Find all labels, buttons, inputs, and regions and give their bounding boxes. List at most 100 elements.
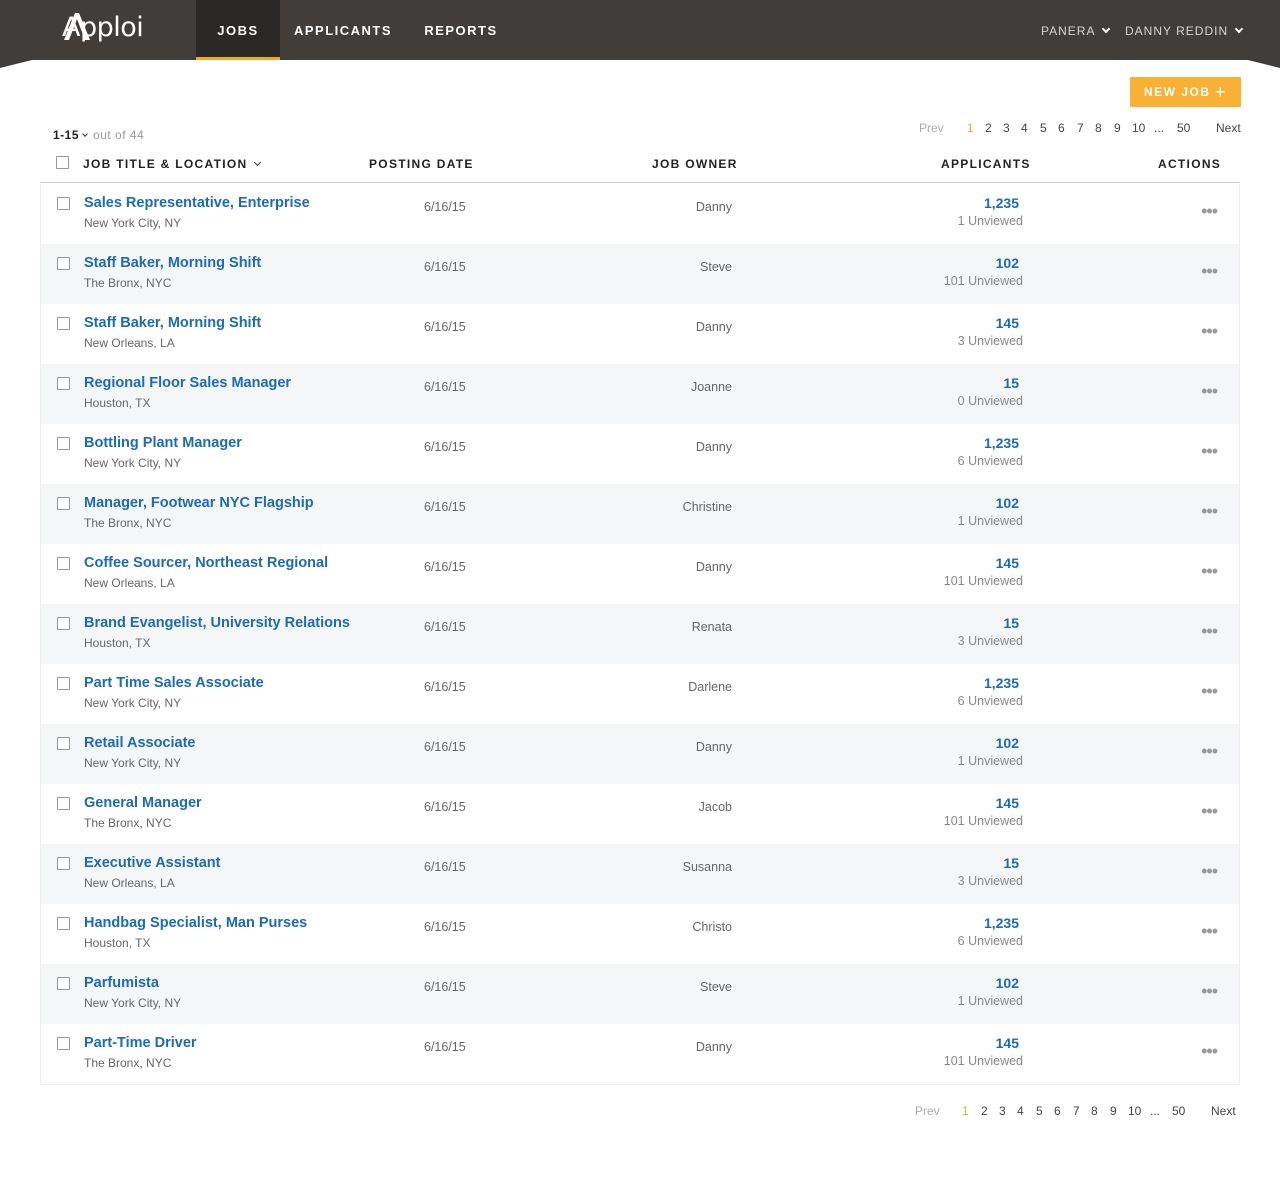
- applicant-count-link[interactable]: 145: [996, 1035, 1019, 1051]
- company-dropdown[interactable]: PANERA: [1041, 24, 1111, 38]
- job-title-link[interactable]: Staff Baker, Morning Shift: [84, 255, 261, 271]
- page-link[interactable]: 10: [1132, 121, 1145, 135]
- job-title-link[interactable]: Brand Evangelist, University Relations: [84, 615, 350, 631]
- new-job-button[interactable]: NEW JOB +: [1130, 77, 1241, 107]
- pagination-next[interactable]: Next: [1211, 1104, 1236, 1118]
- job-title-link[interactable]: Executive Assistant: [84, 855, 220, 871]
- posting-date: 6/16/15: [424, 620, 466, 634]
- more-actions-icon[interactable]: •••: [1201, 682, 1218, 700]
- row-checkbox[interactable]: [57, 497, 70, 510]
- page-link[interactable]: 6: [1054, 1104, 1061, 1118]
- page-link[interactable]: 1: [967, 121, 974, 135]
- page-link[interactable]: 6: [1058, 121, 1065, 135]
- page-link[interactable]: 3: [999, 1104, 1006, 1118]
- nav-tab-reports[interactable]: REPORTS: [417, 0, 505, 60]
- page-link[interactable]: 5: [1036, 1104, 1043, 1118]
- nav-tab-jobs[interactable]: JOBS: [196, 0, 280, 60]
- user-menu-dropdown[interactable]: DANNY REDDIN: [1125, 24, 1244, 38]
- row-checkbox[interactable]: [57, 1037, 70, 1050]
- row-checkbox[interactable]: [57, 557, 70, 570]
- applicant-count-link[interactable]: 102: [996, 735, 1019, 751]
- page-link[interactable]: 4: [1021, 121, 1028, 135]
- pagination-next[interactable]: Next: [1216, 121, 1241, 135]
- page-link[interactable]: 50: [1177, 121, 1190, 135]
- row-checkbox[interactable]: [57, 197, 70, 210]
- select-all-checkbox[interactable]: [56, 156, 69, 169]
- more-actions-icon[interactable]: •••: [1201, 202, 1218, 220]
- job-title-link[interactable]: Bottling Plant Manager: [84, 435, 242, 451]
- more-actions-icon[interactable]: •••: [1201, 322, 1218, 340]
- more-actions-icon[interactable]: •••: [1201, 442, 1218, 460]
- more-actions-icon[interactable]: •••: [1201, 502, 1218, 520]
- pagination-prev[interactable]: Prev: [919, 121, 944, 135]
- applicant-count-link[interactable]: 145: [996, 555, 1019, 571]
- more-actions-icon[interactable]: •••: [1201, 382, 1218, 400]
- more-actions-icon[interactable]: •••: [1201, 622, 1218, 640]
- page-link[interactable]: 7: [1077, 121, 1084, 135]
- more-actions-icon[interactable]: •••: [1201, 862, 1218, 880]
- job-title-link[interactable]: Handbag Specialist, Man Purses: [84, 915, 307, 931]
- applicant-count-link[interactable]: 145: [996, 315, 1019, 331]
- page-link[interactable]: 10: [1128, 1104, 1141, 1118]
- row-checkbox[interactable]: [57, 317, 70, 330]
- more-actions-icon[interactable]: •••: [1201, 562, 1218, 580]
- more-actions-icon[interactable]: •••: [1201, 802, 1218, 820]
- applicant-count-link[interactable]: 1,235: [984, 675, 1019, 691]
- row-checkbox[interactable]: [57, 857, 70, 870]
- more-actions-icon[interactable]: •••: [1201, 982, 1218, 1000]
- page-link[interactable]: 2: [981, 1104, 988, 1118]
- row-checkbox[interactable]: [57, 617, 70, 630]
- page-link[interactable]: 1: [962, 1104, 969, 1118]
- page-link[interactable]: 7: [1073, 1104, 1080, 1118]
- row-checkbox[interactable]: [57, 917, 70, 930]
- more-actions-icon[interactable]: •••: [1201, 922, 1218, 940]
- pagination-prev[interactable]: Prev: [915, 1104, 940, 1118]
- more-actions-icon[interactable]: •••: [1201, 742, 1218, 760]
- column-header-applicants[interactable]: APPLICANTS: [941, 157, 1031, 171]
- page-link[interactable]: 5: [1040, 121, 1047, 135]
- page-link[interactable]: 9: [1110, 1104, 1117, 1118]
- applicant-count-link[interactable]: 1,235: [984, 195, 1019, 211]
- column-header-date[interactable]: POSTING DATE: [369, 157, 474, 171]
- job-location: The Bronx, NYC: [84, 816, 172, 830]
- applicant-count-link[interactable]: 102: [996, 255, 1019, 271]
- row-checkbox[interactable]: [57, 977, 70, 990]
- nav-tab-applicants[interactable]: APPLICANTS: [287, 0, 399, 60]
- page-link[interactable]: 2: [985, 121, 992, 135]
- job-title-link[interactable]: General Manager: [84, 795, 202, 811]
- job-title-link[interactable]: Part-Time Driver: [84, 1035, 197, 1051]
- applicant-count-link[interactable]: 1,235: [984, 915, 1019, 931]
- job-title-link[interactable]: Part Time Sales Associate: [84, 675, 264, 691]
- new-job-label: NEW JOB: [1144, 85, 1211, 99]
- job-title-link[interactable]: Parfumista: [84, 975, 159, 991]
- job-title-link[interactable]: Sales Representative, Enterprise: [84, 195, 310, 211]
- page-link[interactable]: 8: [1095, 121, 1102, 135]
- row-checkbox[interactable]: [57, 797, 70, 810]
- row-checkbox[interactable]: [57, 677, 70, 690]
- page-link[interactable]: 8: [1091, 1104, 1098, 1118]
- job-title-link[interactable]: Retail Associate: [84, 735, 195, 751]
- job-title-link[interactable]: Coffee Sourcer, Northeast Regional: [84, 555, 328, 571]
- page-link[interactable]: 9: [1114, 121, 1121, 135]
- applicant-count-link[interactable]: 15: [1003, 615, 1019, 631]
- applicant-count-link[interactable]: 15: [1003, 855, 1019, 871]
- applicant-count-link[interactable]: 1,235: [984, 435, 1019, 451]
- applicant-count-link[interactable]: 15: [1003, 375, 1019, 391]
- page-link[interactable]: 3: [1003, 121, 1010, 135]
- column-header-owner[interactable]: JOB OWNER: [652, 157, 738, 171]
- job-title-link[interactable]: Regional Floor Sales Manager: [84, 375, 291, 391]
- row-checkbox[interactable]: [57, 377, 70, 390]
- job-title-link[interactable]: Manager, Footwear NYC Flagship: [84, 495, 314, 511]
- page-link[interactable]: 50: [1172, 1104, 1185, 1118]
- page-link[interactable]: 4: [1017, 1104, 1024, 1118]
- more-actions-icon[interactable]: •••: [1201, 262, 1218, 280]
- applicant-count-link[interactable]: 145: [996, 795, 1019, 811]
- column-header-title[interactable]: JOB TITLE & LOCATION: [83, 157, 262, 171]
- row-checkbox[interactable]: [57, 737, 70, 750]
- more-actions-icon[interactable]: •••: [1201, 1042, 1218, 1060]
- row-checkbox[interactable]: [57, 257, 70, 270]
- row-checkbox[interactable]: [57, 437, 70, 450]
- job-title-link[interactable]: Staff Baker, Morning Shift: [84, 315, 261, 331]
- applicant-count-link[interactable]: 102: [996, 975, 1019, 991]
- applicant-count-link[interactable]: 102: [996, 495, 1019, 511]
